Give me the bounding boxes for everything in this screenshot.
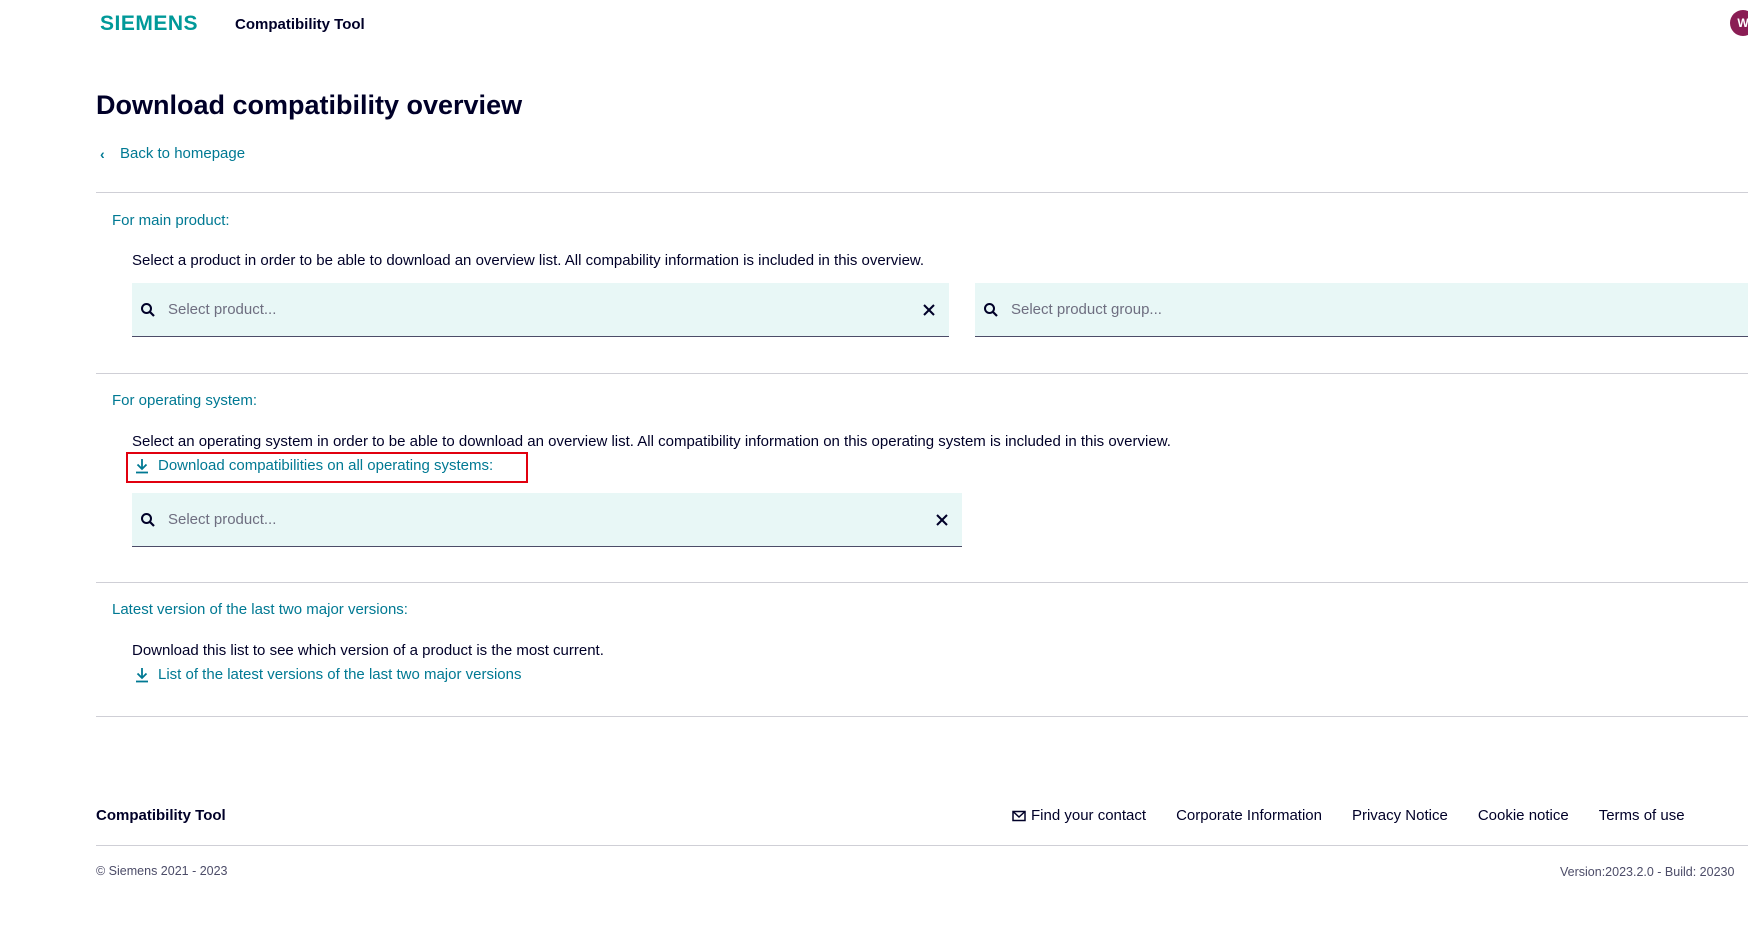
section-divider — [96, 716, 1748, 717]
top-header: SIEMENS Compatibility Tool W — [0, 0, 1748, 50]
app-title[interactable]: Compatibility Tool — [235, 16, 365, 33]
latest-versions-download-label: List of the latest versions of the last … — [158, 666, 522, 683]
close-icon[interactable] — [921, 302, 937, 318]
footer-link-label: Find your contact — [1031, 807, 1147, 824]
latest-versions-download-link[interactable]: List of the latest versions of the last … — [134, 666, 522, 683]
main-product-description: Select a product in order to be able to … — [132, 252, 925, 269]
search-icon — [141, 302, 155, 317]
siemens-logo[interactable]: SIEMENS — [100, 12, 198, 36]
footer-link-corporate-information[interactable]: Corporate Information — [1176, 807, 1322, 824]
latest-versions-label: Latest version of the last two major ver… — [112, 601, 408, 618]
section-divider — [96, 373, 1748, 374]
search-icon — [141, 512, 155, 527]
main-product-input[interactable] — [166, 300, 921, 319]
highlight-box — [126, 452, 528, 483]
chevron-left-icon: ‹ — [100, 145, 105, 162]
operating-system-label: For operating system: — [112, 392, 258, 409]
footer-links: Find your contact Corporate Information … — [1012, 807, 1685, 824]
footer-link-cookie-notice[interactable]: Cookie notice — [1478, 807, 1569, 824]
section-divider — [96, 582, 1748, 583]
close-icon[interactable] — [934, 512, 950, 528]
user-avatar[interactable]: W — [1730, 10, 1748, 36]
copyright-text: © Siemens 2021 - 2023 — [96, 864, 228, 878]
mail-icon — [1012, 810, 1026, 821]
footer-link-find-contact[interactable]: Find your contact — [1012, 807, 1146, 824]
search-icon — [984, 302, 998, 317]
footer-divider — [96, 845, 1748, 846]
footer-title: Compatibility Tool — [96, 807, 226, 824]
main-product-label: For main product: — [112, 212, 230, 229]
footer-link-terms-of-use[interactable]: Terms of use — [1599, 807, 1685, 824]
operating-system-description: Select an operating system in order to b… — [132, 433, 1171, 450]
os-product-input[interactable] — [166, 510, 934, 529]
download-icon — [136, 667, 148, 682]
footer-link-privacy-notice[interactable]: Privacy Notice — [1352, 807, 1448, 824]
os-product-select[interactable] — [132, 493, 962, 547]
back-to-homepage-link[interactable]: ‹ Back to homepage — [100, 145, 245, 162]
main-product-select[interactable] — [132, 283, 949, 337]
product-group-input[interactable] — [1009, 300, 1748, 319]
page-title: Download compatibility overview — [96, 90, 523, 120]
product-group-select[interactable] — [975, 283, 1748, 337]
latest-versions-description: Download this list to see which version … — [132, 642, 604, 659]
section-divider — [96, 192, 1748, 193]
version-text: Version:2023.2.0 - Build: 20230 — [1560, 865, 1735, 879]
back-link-label: Back to homepage — [120, 145, 246, 162]
